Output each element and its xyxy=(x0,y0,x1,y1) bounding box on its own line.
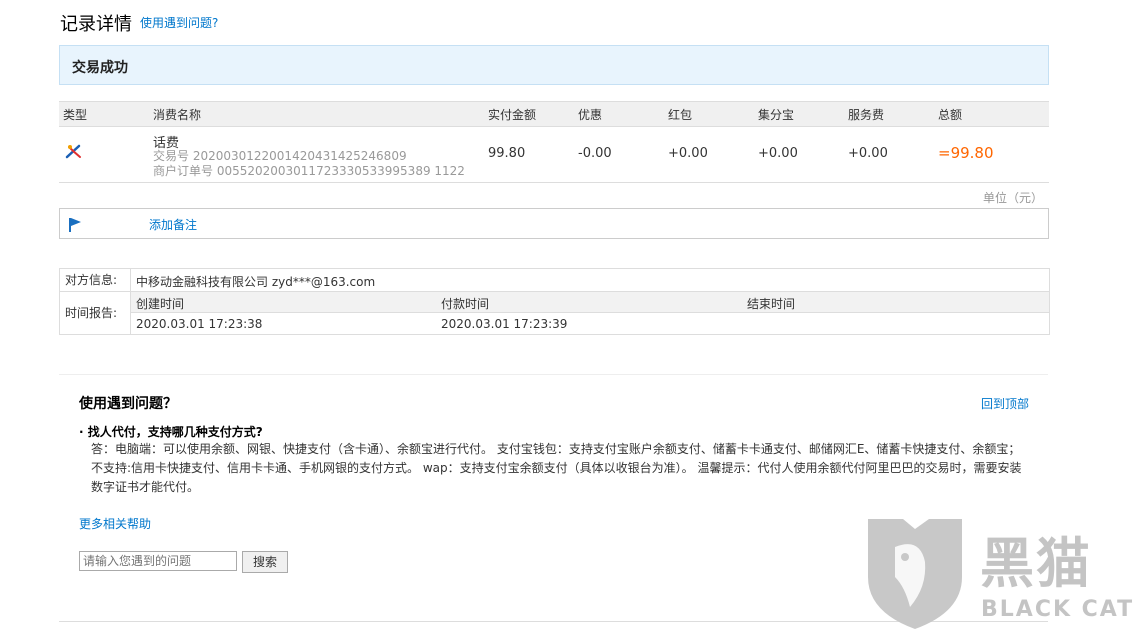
col-discount: 优惠 xyxy=(578,108,603,122)
col-paid: 实付金额 xyxy=(488,108,537,122)
paid-time-header: 付款时间 xyxy=(441,297,490,311)
created-time-value: 2020.03.01 17:23:38 xyxy=(136,317,263,331)
flag-icon xyxy=(68,217,82,236)
faq-answer-line: 数字证书才能代付。 xyxy=(91,480,200,494)
time-report-label: 时间报告: xyxy=(60,292,131,334)
unit-label: 单位（元） xyxy=(983,191,1044,205)
time-header-row: 创建时间 付款时间 结束时间 xyxy=(131,292,1049,313)
faq-question: · 找人代付，支持哪几种支付方式? xyxy=(79,425,263,439)
watermark-cn: 黑猫 xyxy=(980,532,1092,595)
more-help-link[interactable]: 更多相关帮助 xyxy=(79,515,151,532)
discount-amount: -0.00 xyxy=(578,146,612,161)
status-banner: 交易成功 xyxy=(59,45,1049,85)
phone-recharge-icon xyxy=(65,143,83,165)
help-title: 使用遇到问题？ xyxy=(79,396,177,412)
table-row: 话费 交易号 2020030122001420431425246809 商户订单… xyxy=(59,126,1049,183)
add-note-link[interactable]: 添加备注 xyxy=(149,216,197,233)
total-amount: =99.80 xyxy=(938,144,994,162)
note-bar: 添加备注 xyxy=(59,208,1049,239)
col-points: 集分宝 xyxy=(758,108,795,122)
black-cat-watermark: 黑猫 BLACK CAT xyxy=(865,517,1135,631)
col-redpack: 红包 xyxy=(668,108,693,122)
end-time-header: 结束时间 xyxy=(747,297,796,311)
paid-amount: 99.80 xyxy=(488,146,526,161)
counterparty-value: 中移动金融科技有限公司 zyd***@163.com xyxy=(136,275,376,289)
section-divider xyxy=(59,374,1048,375)
col-total: 总额 xyxy=(938,108,963,122)
faq-answer-line: 不支持:信用卡快捷支付、信用卡卡通、手机网银的支付方式。 wap：支持支付宝余额… xyxy=(91,461,1022,475)
col-type: 类型 xyxy=(63,108,88,122)
watermark-en: BLACK CAT xyxy=(981,597,1135,622)
help-search-input[interactable] xyxy=(79,551,237,571)
paid-time-value: 2020.03.01 17:23:39 xyxy=(441,317,568,331)
redpack-amount: +0.00 xyxy=(668,146,708,161)
search-button[interactable]: 搜索 xyxy=(242,551,288,573)
table-header: 类型 消费名称 实付金额 优惠 红包 集分宝 服务费 总额 xyxy=(59,101,1049,127)
faq-answer: 答：电脑端：可以使用余额、网银、快捷支付（含卡通）、余额宝进行代付。 支付宝钱包… xyxy=(91,440,1031,497)
faq-question-text: 找人代付，支持哪几种支付方式? xyxy=(87,425,263,439)
merchant-order-number: 商户订单号 0055202003011723330533995389 1122 xyxy=(153,164,465,178)
col-fee: 服务费 xyxy=(848,108,885,122)
faq-answer-line: 答：电脑端：可以使用余额、网银、快捷支付（含卡通）、余额宝进行代付。 支付宝钱包… xyxy=(91,442,1021,456)
fee-amount: +0.00 xyxy=(848,146,888,161)
points-amount: +0.00 xyxy=(758,146,798,161)
status-text: 交易成功 xyxy=(72,60,128,76)
back-to-top-link[interactable]: 回到顶部 xyxy=(981,395,1029,412)
col-name: 消费名称 xyxy=(153,108,202,122)
info-table: 对方信息: 中移动金融科技有限公司 zyd***@163.com 时间报告: 创… xyxy=(59,268,1050,335)
help-link[interactable]: 使用遇到问题? xyxy=(140,14,218,31)
created-time-header: 创建时间 xyxy=(136,297,185,311)
page-title: 记录详情 xyxy=(60,14,132,35)
counterparty-row: 对方信息: 中移动金融科技有限公司 zyd***@163.com xyxy=(60,269,1049,292)
counterparty-label: 对方信息: xyxy=(60,269,131,291)
